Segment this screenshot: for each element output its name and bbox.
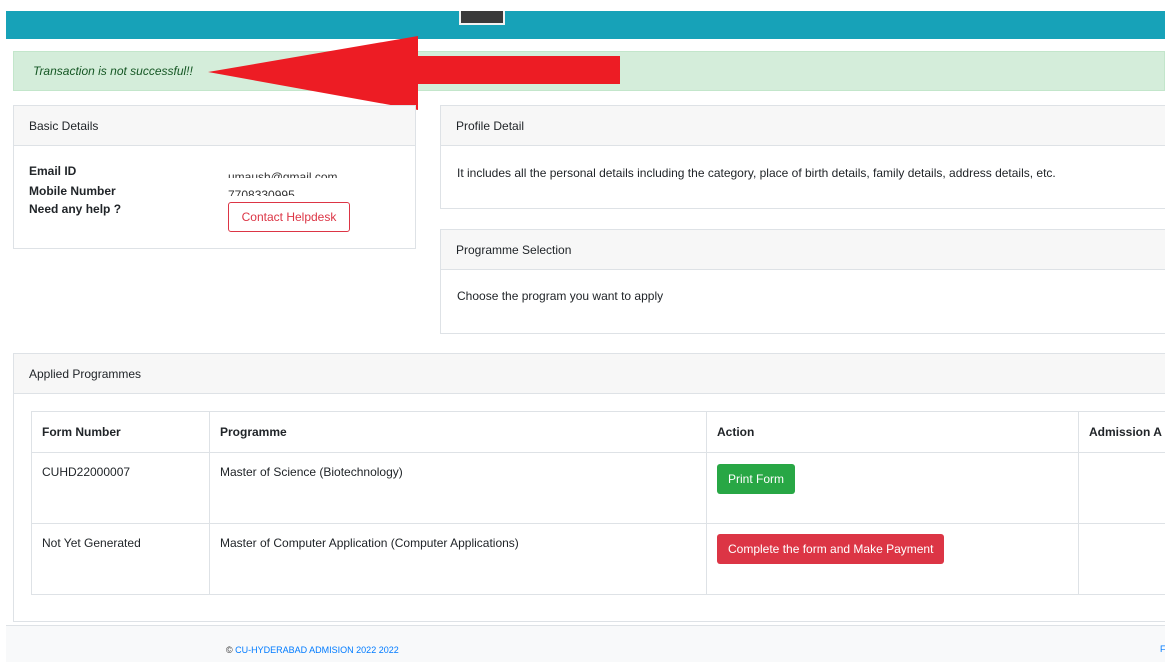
applied-programmes-card: Applied Programmes Form Number Programme… — [13, 353, 1165, 622]
complete-payment-button[interactable]: Complete the form and Make Payment — [717, 534, 945, 564]
programme-description: Choose the program you want to apply — [457, 289, 664, 303]
copyright-symbol: © — [226, 645, 233, 655]
table-row: Not Yet Generated Master of Computer App… — [31, 523, 1165, 595]
column-header: Admission A — [1078, 411, 1165, 453]
applied-programmes-table: Form Number Programme Action Admission A… — [31, 411, 1165, 595]
mobile-value: 7708330995 — [228, 188, 295, 196]
footer-copyright: © CU-HYDERABAD ADMISION 2022 2022 — [226, 645, 399, 655]
table-header-row: Form Number Programme Action Admission A — [31, 411, 1165, 453]
action-cell: Print Form — [706, 452, 1079, 524]
basic-details-card: Basic Details Email ID umaush@gmail.com … — [13, 105, 416, 249]
red-arrow-annotation — [208, 36, 620, 110]
column-header: Action — [706, 411, 1079, 453]
card-title: Applied Programmes — [29, 367, 142, 381]
column-header: Form Number — [31, 411, 210, 453]
print-form-button[interactable]: Print Form — [717, 464, 796, 494]
profile-detail-card[interactable]: Profile Detail It includes all the perso… — [440, 105, 1165, 209]
alert-message: Transaction is not successful!! — [33, 64, 193, 78]
programme-cell: Master of Computer Application (Computer… — [209, 523, 707, 595]
arrow-shape — [208, 36, 620, 110]
table-row: CUHD22000007 Master of Science (Biotechn… — [31, 452, 1165, 524]
mobile-label: Mobile Number — [29, 184, 116, 198]
admission-cell — [1078, 523, 1165, 595]
card-title: Programme Selection — [456, 243, 572, 257]
card-title: Profile Detail — [456, 119, 525, 133]
programme-selection-card[interactable]: Programme Selection Choose the program y… — [440, 229, 1165, 334]
email-value: umaush@gmail.com — [228, 170, 338, 178]
card-title: Basic Details — [29, 119, 99, 133]
footer-right-link[interactable]: F — [1160, 644, 1165, 654]
page-footer: © CU-HYDERABAD ADMISION 2022 2022 F — [6, 625, 1165, 662]
action-cell: Complete the form and Make Payment — [706, 523, 1079, 595]
help-label: Need any help ? — [29, 202, 122, 216]
card-header: Programme Selection — [441, 230, 1165, 270]
email-label: Email ID — [29, 164, 77, 178]
programme-cell: Master of Science (Biotechnology) — [209, 452, 707, 524]
form-number-cell: Not Yet Generated — [31, 523, 210, 595]
card-header: Basic Details — [14, 106, 415, 146]
header-logo — [459, 11, 505, 25]
contact-helpdesk-button[interactable]: Contact Helpdesk — [228, 202, 350, 232]
footer-link[interactable]: CU-HYDERABAD ADMISION 2022 2022 — [235, 645, 399, 655]
card-header: Applied Programmes — [14, 354, 1165, 394]
card-header: Profile Detail — [441, 106, 1165, 146]
column-header: Programme — [209, 411, 707, 453]
profile-description: It includes all the personal details inc… — [457, 166, 1056, 180]
admission-cell — [1078, 452, 1165, 524]
top-navbar — [6, 11, 1165, 39]
form-number-cell: CUHD22000007 — [31, 452, 210, 524]
